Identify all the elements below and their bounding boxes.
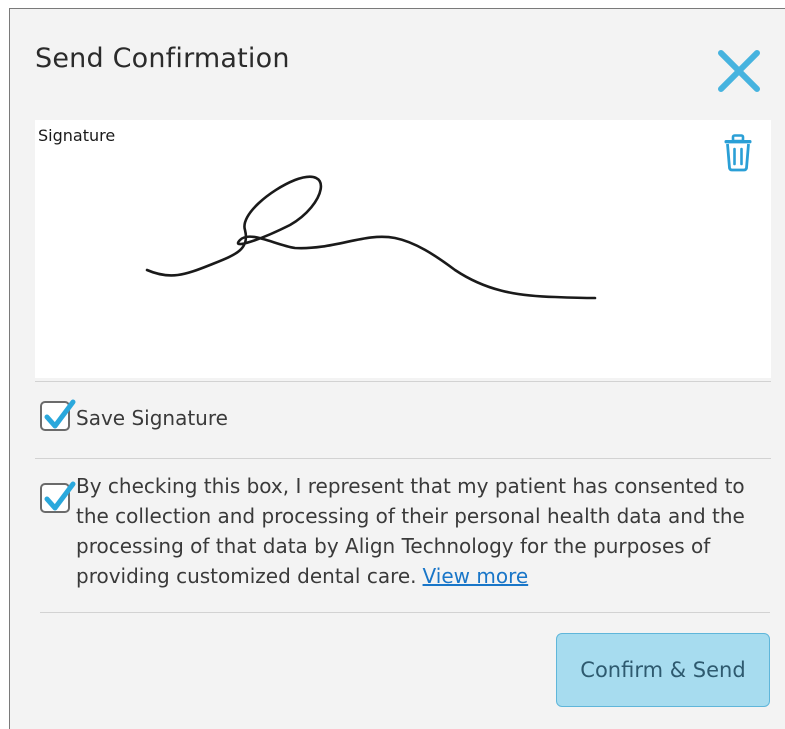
divider [40, 612, 770, 613]
checkmark-icon [44, 481, 76, 511]
dialog-title: Send Confirmation [35, 43, 290, 74]
checkmark-icon [44, 399, 76, 429]
confirm-send-button[interactable]: Confirm & Send [556, 633, 770, 707]
save-signature-row: Save Signature [40, 399, 228, 431]
divider [35, 381, 771, 382]
divider [35, 458, 771, 459]
consent-statement: By checking this box, I represent that m… [76, 474, 745, 588]
trash-icon[interactable] [723, 134, 753, 172]
view-more-link[interactable]: View more [423, 564, 529, 588]
save-signature-checkbox[interactable] [40, 399, 76, 431]
send-confirmation-dialog: Send Confirmation Signature Save Signatu… [9, 8, 785, 729]
signature-stroke [145, 175, 597, 300]
signature-pad[interactable]: Signature [35, 120, 771, 378]
save-signature-label: Save Signature [76, 406, 228, 430]
consent-text: By checking this box, I represent that m… [76, 471, 756, 591]
consent-checkbox[interactable] [40, 481, 76, 513]
consent-row: By checking this box, I represent that m… [40, 471, 756, 591]
close-icon[interactable] [715, 47, 763, 95]
